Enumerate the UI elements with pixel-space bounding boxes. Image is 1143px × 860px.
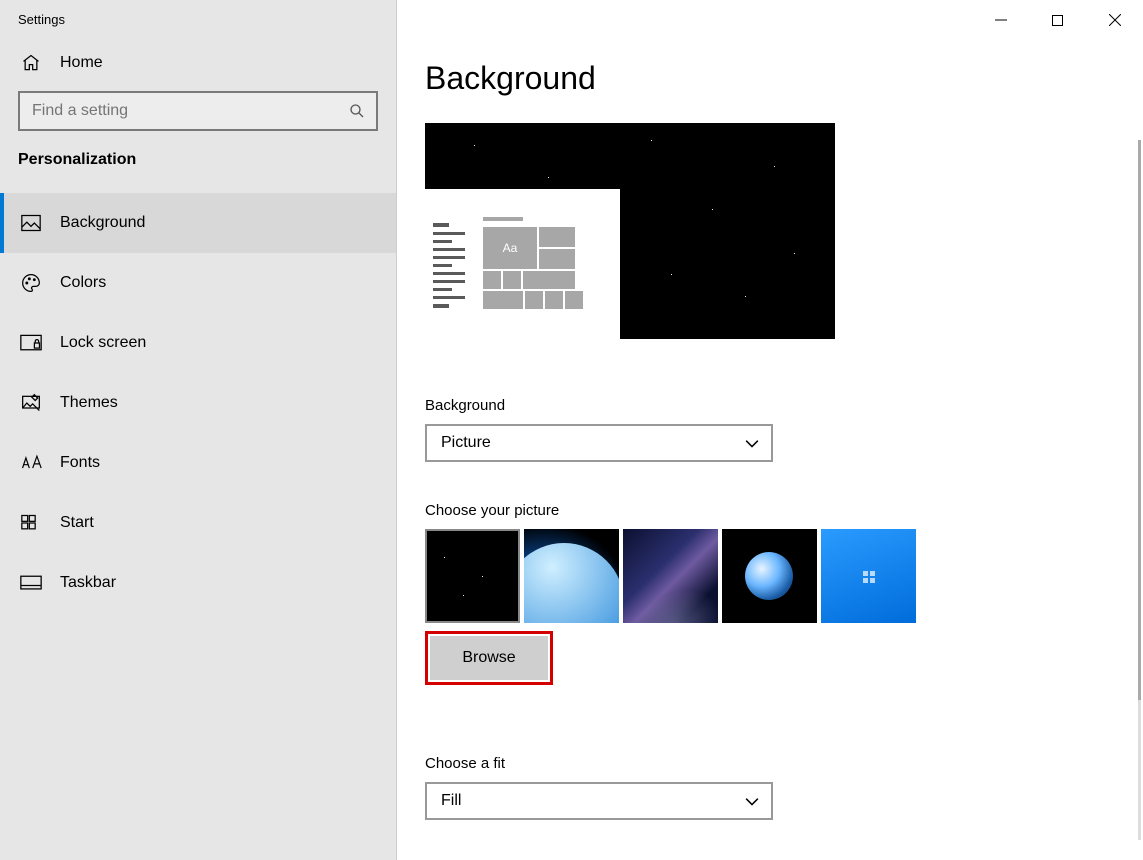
home-button[interactable]: Home xyxy=(0,35,396,91)
settings-window: Settings Home Personalization xyxy=(0,0,1143,860)
main-content: Background xyxy=(397,0,1143,860)
chevron-down-icon xyxy=(745,436,759,450)
background-dropdown[interactable]: Picture xyxy=(425,424,773,462)
page-title: Background xyxy=(425,60,1115,97)
sidebar-item-label: Colors xyxy=(60,274,106,292)
sidebar-item-label: Themes xyxy=(60,394,118,412)
chevron-down-icon xyxy=(745,794,759,808)
background-dropdown-value: Picture xyxy=(441,434,491,452)
start-icon xyxy=(20,514,42,532)
picture-icon xyxy=(20,214,42,232)
app-title: Settings xyxy=(0,0,396,35)
sidebar-item-label: Start xyxy=(60,514,94,532)
browse-highlight: Browse xyxy=(425,631,553,685)
taskbar-icon xyxy=(20,575,42,591)
search-field[interactable] xyxy=(32,102,348,120)
picture-thumb-earth[interactable] xyxy=(524,529,619,623)
sidebar-item-fonts[interactable]: Fonts xyxy=(0,433,396,493)
sidebar-item-label: Taskbar xyxy=(60,574,116,592)
preview-start-menu: Aa xyxy=(425,189,620,339)
choose-picture-label: Choose your picture xyxy=(425,502,1115,519)
browse-button[interactable]: Browse xyxy=(430,636,548,680)
picture-thumbs xyxy=(425,529,1115,623)
sidebar-item-label: Background xyxy=(60,214,145,232)
minimize-button[interactable] xyxy=(972,0,1029,40)
sidebar-item-colors[interactable]: Colors xyxy=(0,253,396,313)
sidebar-item-background[interactable]: Background xyxy=(0,193,396,253)
picture-thumb-stars[interactable] xyxy=(425,529,520,623)
preview-tile-text: Aa xyxy=(483,227,537,269)
sidebar-item-label: Fonts xyxy=(60,454,100,472)
paintbrush-icon xyxy=(20,393,42,413)
fonts-icon xyxy=(20,454,42,472)
search-icon xyxy=(348,102,366,120)
sidebar-item-taskbar[interactable]: Taskbar xyxy=(0,553,396,613)
picture-thumb-globe[interactable] xyxy=(722,529,817,623)
palette-icon xyxy=(20,273,42,293)
scrollbar-thumb[interactable] xyxy=(1138,140,1141,700)
search-input[interactable] xyxy=(18,91,378,131)
window-controls xyxy=(972,0,1143,40)
home-label: Home xyxy=(60,54,103,72)
close-button[interactable] xyxy=(1086,0,1143,40)
background-field-label: Background xyxy=(425,397,1115,414)
section-heading: Personalization xyxy=(0,151,396,193)
sidebar-item-label: Lock screen xyxy=(60,334,146,352)
lock-screen-icon xyxy=(20,334,42,352)
sidebar: Settings Home Personalization xyxy=(0,0,397,860)
picture-thumb-milky-way[interactable] xyxy=(623,529,718,623)
sidebar-item-start[interactable]: Start xyxy=(0,493,396,553)
fit-dropdown[interactable]: Fill xyxy=(425,782,773,820)
choose-fit-label: Choose a fit xyxy=(425,755,1115,772)
sidebar-item-lock-screen[interactable]: Lock screen xyxy=(0,313,396,373)
home-icon xyxy=(20,53,42,73)
picture-thumb-windows[interactable] xyxy=(821,529,916,623)
sidebar-item-themes[interactable]: Themes xyxy=(0,373,396,433)
maximize-button[interactable] xyxy=(1029,0,1086,40)
nav-list: Background Colors Lock screen xyxy=(0,193,396,613)
fit-dropdown-value: Fill xyxy=(441,792,461,810)
desktop-preview: Aa xyxy=(425,123,835,339)
